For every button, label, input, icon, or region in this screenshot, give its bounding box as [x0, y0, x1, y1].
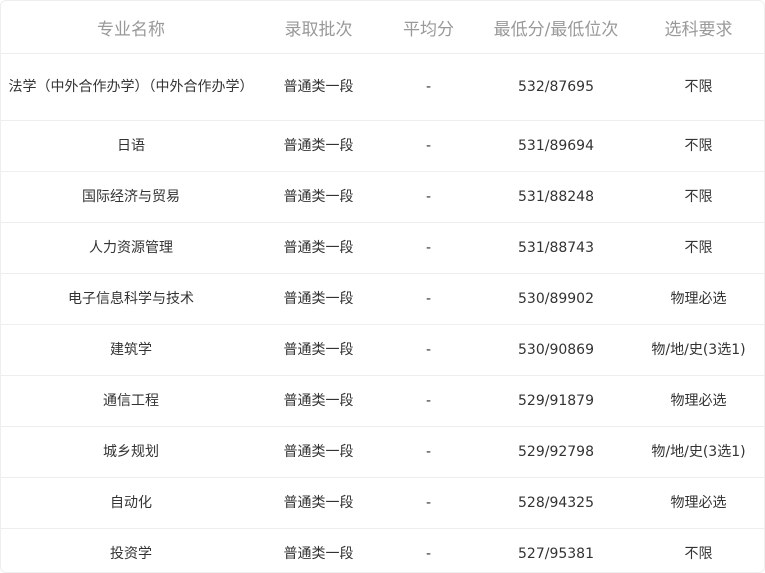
header-batch: 录取批次: [261, 1, 376, 54]
cell-average: -: [376, 324, 481, 376]
cell-average: -: [376, 53, 481, 121]
cell-major: 电子信息科学与技术: [1, 273, 261, 325]
header-major: 专业名称: [1, 1, 261, 54]
cell-subject-req: 物/地/史(3选1): [631, 426, 764, 478]
table-row: 电子信息科学与技术 普通类一段 -530/89902 物理必选: [1, 273, 764, 325]
cell-average: -: [376, 426, 481, 478]
cell-subject-req: 不限: [631, 120, 764, 172]
table-row: 通信工程 普通类一段 -529/91879 物理必选: [1, 375, 764, 427]
table-row: 法学（中外合作办学）（中外合作办学） 普通类一段 -532/87695 不限: [1, 53, 764, 121]
table-row: 自动化 普通类一段 -528/94325 物理必选: [1, 477, 764, 529]
cell-min-score-rank: 530/90869: [481, 324, 631, 376]
cell-subject-req: 物理必选: [631, 477, 764, 529]
header-average: 平均分: [376, 1, 481, 54]
cell-min-score-rank: 528/94325: [481, 477, 631, 529]
cell-batch: 普通类一段: [261, 171, 376, 223]
cell-average: -: [376, 375, 481, 427]
cell-average: -: [376, 171, 481, 223]
cell-min-score-rank: 532/87695: [481, 53, 631, 121]
table-row: 城乡规划 普通类一段 -529/92798 物/地/史(3选1): [1, 426, 764, 478]
cell-min-score-rank: 531/88248: [481, 171, 631, 223]
cell-major: 人力资源管理: [1, 222, 261, 274]
cell-min-score-rank: 527/95381: [481, 528, 631, 572]
cell-major: 通信工程: [1, 375, 261, 427]
cell-subject-req: 不限: [631, 53, 764, 121]
table-header: 专业名称 录取批次 平均分 最低分/最低位次 选科要求: [1, 1, 764, 54]
cell-major: 投资学: [1, 528, 261, 572]
cell-min-score-rank: 530/89902: [481, 273, 631, 325]
table-row: 投资学 普通类一段 -527/95381 不限: [1, 528, 764, 572]
cell-min-score-rank: 529/92798: [481, 426, 631, 478]
cell-average: -: [376, 222, 481, 274]
cell-batch: 普通类一段: [261, 53, 376, 121]
cell-major: 国际经济与贸易: [1, 171, 261, 223]
cell-major: 城乡规划: [1, 426, 261, 478]
cell-subject-req: 不限: [631, 528, 764, 572]
cell-average: -: [376, 273, 481, 325]
cell-subject-req: 不限: [631, 171, 764, 223]
cell-batch: 普通类一段: [261, 324, 376, 376]
cell-subject-req: 物/地/史(3选1): [631, 324, 764, 376]
cell-batch: 普通类一段: [261, 273, 376, 325]
cell-average: -: [376, 528, 481, 572]
cell-min-score-rank: 531/88743: [481, 222, 631, 274]
header-subject-req: 选科要求: [631, 1, 764, 54]
cell-subject-req: 物理必选: [631, 375, 764, 427]
cell-major: 法学（中外合作办学）（中外合作办学）: [1, 53, 261, 121]
table-row: 国际经济与贸易 普通类一段 -531/88248 不限: [1, 171, 764, 223]
admission-table-container: 专业名称 录取批次 平均分 最低分/最低位次 选科要求 法学（中外合作办学）（中…: [0, 0, 765, 573]
header-min-score-rank: 最低分/最低位次: [481, 1, 631, 54]
table-row: 建筑学 普通类一段 -530/90869 物/地/史(3选1): [1, 324, 764, 376]
table-row: 人力资源管理 普通类一段 -531/88743 不限: [1, 222, 764, 274]
cell-average: -: [376, 477, 481, 529]
cell-major: 自动化: [1, 477, 261, 529]
cell-batch: 普通类一段: [261, 120, 376, 172]
cell-subject-req: 不限: [631, 222, 764, 274]
cell-batch: 普通类一段: [261, 375, 376, 427]
cell-batch: 普通类一段: [261, 426, 376, 478]
table-row: 日语 普通类一段 -531/89694 不限: [1, 120, 764, 172]
admission-table: 专业名称 录取批次 平均分 最低分/最低位次 选科要求 法学（中外合作办学）（中…: [1, 1, 764, 572]
cell-major: 建筑学: [1, 324, 261, 376]
cell-batch: 普通类一段: [261, 528, 376, 572]
cell-batch: 普通类一段: [261, 222, 376, 274]
cell-average: -: [376, 120, 481, 172]
cell-subject-req: 物理必选: [631, 273, 764, 325]
cell-major: 日语: [1, 120, 261, 172]
cell-batch: 普通类一段: [261, 477, 376, 529]
cell-min-score-rank: 529/91879: [481, 375, 631, 427]
cell-min-score-rank: 531/89694: [481, 120, 631, 172]
